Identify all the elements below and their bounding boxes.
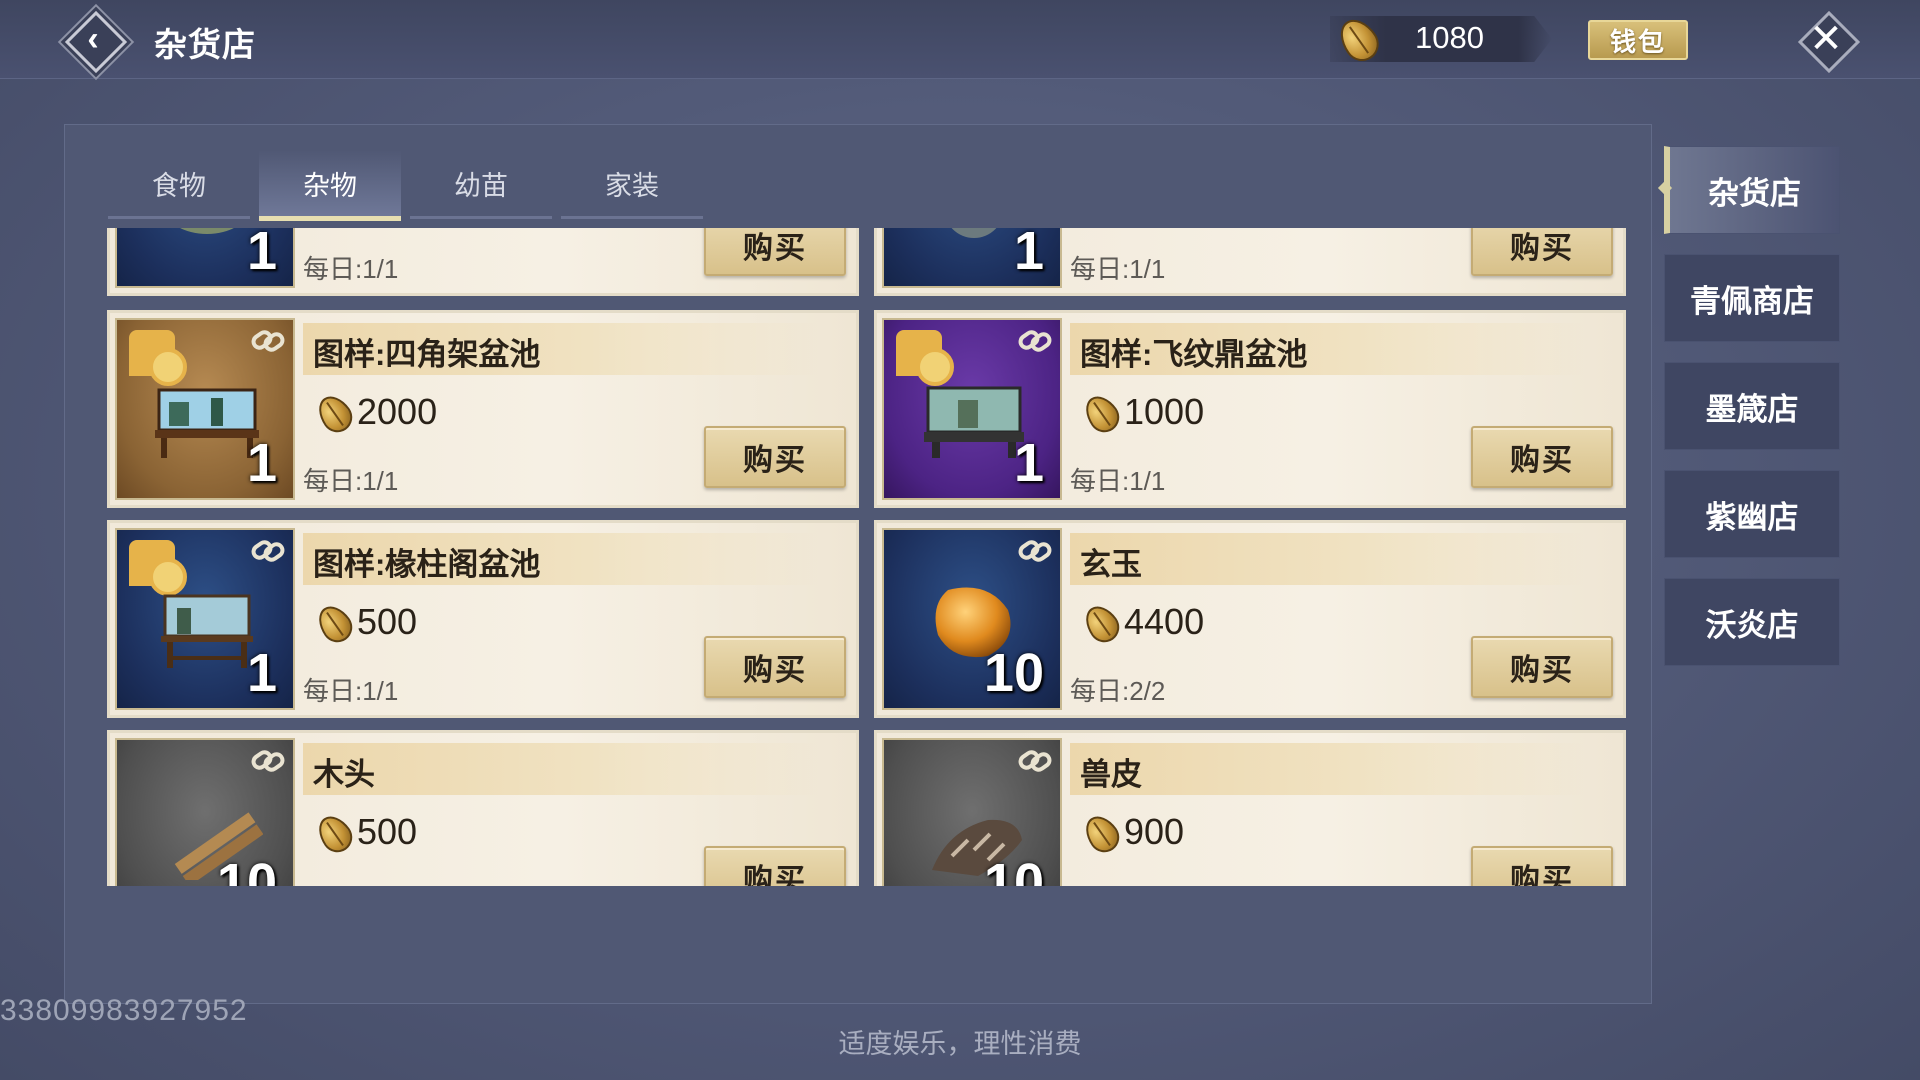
- item-name-bar: [1070, 743, 1590, 795]
- chain-link-icon: [1018, 540, 1052, 562]
- item-name: 兽皮: [1080, 757, 1142, 792]
- item-name: 玄玉: [1080, 547, 1142, 582]
- item-thumbnail[interactable]: 10: [115, 738, 295, 886]
- shell-coin-icon: [311, 389, 359, 439]
- item-quantity: 1: [246, 228, 277, 281]
- shell-coin-icon: [311, 599, 359, 649]
- item-quantity: 10: [983, 853, 1044, 886]
- health-notice: 适度娱乐，理性消费: [838, 1029, 1082, 1059]
- item-price: 2000: [357, 391, 438, 432]
- wallet-button[interactable]: 钱包: [1588, 20, 1688, 60]
- item-price: 1000: [1124, 391, 1205, 432]
- item-price: 500: [357, 811, 418, 852]
- buy-button[interactable]: 购买: [704, 636, 846, 698]
- tab-misc[interactable]: 杂物: [259, 150, 401, 221]
- daily-limit: 每日:1/1: [1070, 254, 1166, 284]
- item-list[interactable]: 1 1000 每日:1/1 购买 1 1000 每日:1/1 购买: [107, 228, 1627, 886]
- side-nav-grocery[interactable]: 杂货店: [1664, 146, 1840, 234]
- daily-limit: 每日:1/1: [303, 466, 399, 496]
- item-quantity: 1: [1013, 433, 1044, 493]
- close-icon: ✕: [1809, 17, 1843, 61]
- chain-link-icon: [251, 330, 285, 352]
- close-button[interactable]: ✕: [1795, 8, 1861, 74]
- item-card: 1 图样:四角架盆池 2000 每日:1/1 购买: [107, 310, 859, 508]
- item-quantity: 1: [246, 643, 277, 703]
- tab-seedlings[interactable]: 幼苗: [410, 150, 552, 219]
- chain-link-icon: [1018, 750, 1052, 772]
- item-name: 木头: [313, 757, 375, 792]
- item-card: 10 木头 500 购买: [107, 730, 859, 886]
- side-nav-ziyou[interactable]: 紫幽店: [1664, 470, 1840, 558]
- item-card: 1 图样:椽柱阁盆池 500 每日:1/1 购买: [107, 520, 859, 718]
- currency-amount: 1080: [1415, 20, 1484, 55]
- item-quantity: 1: [246, 433, 277, 493]
- item-name-bar: [1070, 533, 1590, 585]
- blueprint-badge-icon: [129, 330, 187, 386]
- item-name: 图样:飞纹鼎盆池: [1080, 337, 1308, 372]
- page-title: 杂货店: [154, 26, 256, 63]
- item-card: 1 1000 每日:1/1 购买: [874, 228, 1626, 296]
- daily-limit: 每日:1/1: [303, 254, 399, 284]
- back-button[interactable]: ‹: [62, 8, 128, 74]
- item-name: 图样:四角架盆池: [313, 337, 541, 372]
- side-nav-qingpei[interactable]: 青佩商店: [1664, 254, 1840, 342]
- item-name-bar: [303, 743, 823, 795]
- buy-button[interactable]: 购买: [1471, 636, 1613, 698]
- item-thumbnail[interactable]: 1: [115, 528, 295, 710]
- item-name: 图样:椽柱阁盆池: [313, 547, 541, 582]
- blueprint-badge-icon: [129, 540, 187, 596]
- item-price: 4400: [1124, 601, 1205, 642]
- side-nav-woyan[interactable]: 沃炎店: [1664, 578, 1840, 666]
- item-card: 1 图样:飞纹鼎盆池 1000 每日:1/1 购买: [874, 310, 1626, 508]
- shell-coin-icon: [1078, 599, 1126, 649]
- item-quantity: 10: [216, 853, 277, 886]
- top-bar: ‹ 杂货店 1080 钱包 ✕: [0, 0, 1920, 79]
- blueprint-badge-icon: [896, 330, 954, 386]
- buy-button[interactable]: 购买: [1471, 228, 1613, 276]
- buy-button[interactable]: 购买: [1471, 846, 1613, 886]
- chain-link-icon: [251, 750, 285, 772]
- buy-button[interactable]: 购买: [1471, 426, 1613, 488]
- item-thumbnail[interactable]: 1: [115, 228, 295, 288]
- shell-coin-icon: [311, 809, 359, 859]
- item-quantity: 10: [983, 643, 1044, 703]
- shell-coin-icon: [1078, 809, 1126, 859]
- item-thumbnail[interactable]: 10: [882, 738, 1062, 886]
- buy-button[interactable]: 购买: [704, 426, 846, 488]
- chain-link-icon: [251, 540, 285, 562]
- daily-limit: 每日:1/1: [303, 676, 399, 706]
- tab-furnishing[interactable]: 家装: [561, 150, 703, 219]
- side-nav-mozhen[interactable]: 墨箴店: [1664, 362, 1840, 450]
- chevron-left-icon: ‹: [87, 19, 99, 58]
- buy-button[interactable]: 购买: [704, 846, 846, 886]
- item-price: 900: [1124, 811, 1185, 852]
- daily-limit: 每日:1/1: [1070, 466, 1166, 496]
- item-thumbnail[interactable]: 1: [882, 318, 1062, 500]
- shell-coin-icon: [1078, 389, 1126, 439]
- item-card: 10 玄玉 4400 每日:2/2 购买: [874, 520, 1626, 718]
- item-quantity: 1: [1013, 228, 1044, 281]
- buy-button[interactable]: 购买: [704, 228, 846, 276]
- chain-link-icon: [1018, 330, 1052, 352]
- item-card: 1 1000 每日:1/1 购买: [107, 228, 859, 296]
- item-thumbnail[interactable]: 1: [882, 228, 1062, 288]
- item-thumbnail[interactable]: 10: [882, 528, 1062, 710]
- daily-limit: 每日:2/2: [1070, 676, 1166, 706]
- item-card: 10 兽皮 900 购买: [874, 730, 1626, 886]
- tab-food[interactable]: 食物: [108, 150, 250, 219]
- item-thumbnail[interactable]: 1: [115, 318, 295, 500]
- item-price: 500: [357, 601, 418, 642]
